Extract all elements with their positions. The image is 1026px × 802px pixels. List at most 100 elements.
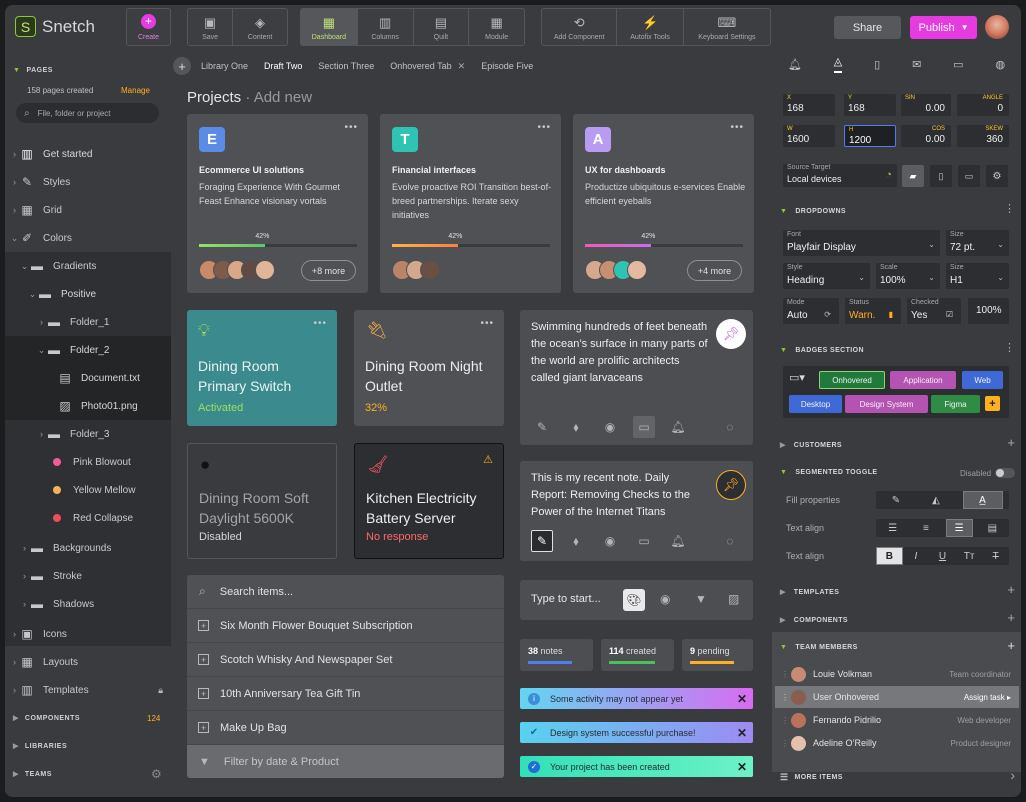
chevron-right-icon[interactable]: › bbox=[1010, 767, 1015, 783]
sidebar-item-red-collapse[interactable]: Red Collapse bbox=[5, 504, 171, 532]
share-button[interactable]: Share bbox=[834, 16, 901, 39]
badges-section-header[interactable]: ▼ BADGES SECTION bbox=[780, 347, 864, 354]
chip-design-system[interactable]: Design System bbox=[845, 395, 928, 413]
device-type-button[interactable]: ▰ bbox=[902, 165, 924, 187]
list-item[interactable]: + Scotch Whisky And Newspaper Set bbox=[187, 643, 504, 677]
sidebar-item-gradients[interactable]: ⌄ ▬ Gradients bbox=[5, 252, 171, 280]
folder-icon[interactable]: ▭ bbox=[953, 58, 963, 71]
sidebar-item-colors[interactable]: ⌄ ✐ Colors bbox=[5, 224, 171, 252]
align-left-icon[interactable]: ☰ bbox=[879, 519, 906, 537]
plus-icon[interactable]: + bbox=[1007, 435, 1015, 450]
list-item[interactable]: + Make Up Bag bbox=[187, 711, 504, 745]
sidebar-item-stroke[interactable]: › ▬ Stroke bbox=[5, 562, 171, 590]
sidebar-item-icons[interactable]: › ▣ Icons bbox=[5, 620, 171, 648]
hide-icon[interactable]: ◌ bbox=[719, 416, 741, 438]
sidebar-search-input[interactable]: ⌕ File, folder or project bbox=[16, 103, 159, 123]
chip-figma[interactable]: Figma bbox=[931, 395, 980, 413]
quilt-button[interactable]: ▤ Quilt bbox=[412, 9, 469, 45]
comment-icon[interactable]: ▭ bbox=[633, 530, 655, 552]
sidebar-item-get-started[interactable]: › ▥ Get started bbox=[5, 140, 171, 168]
note-card[interactable]: This is my recent note. Daily Report: Re… bbox=[520, 461, 753, 561]
heading-size-select[interactable]: Size H1 ⌄ bbox=[946, 263, 1009, 289]
percent-field[interactable]: 100% bbox=[968, 298, 1009, 324]
device-card[interactable]: 🧹︎ ⚠ Kitchen Electricity Battery Server … bbox=[354, 443, 504, 559]
sidebar-item-yellow-mellow[interactable]: Yellow Mellow bbox=[5, 476, 171, 504]
bold-icon[interactable]: B bbox=[876, 547, 903, 565]
libraries-header[interactable]: ▶ LIBRARIES bbox=[13, 742, 67, 750]
style-select[interactable]: Style Heading ⌄ bbox=[783, 263, 870, 289]
plus-icon[interactable]: + bbox=[1007, 582, 1015, 597]
app-logo[interactable]: S Snetch bbox=[15, 16, 95, 37]
sidebar-item-folder-2[interactable]: ⌄ ▬ Folder_2 bbox=[5, 336, 171, 364]
more-options-icon[interactable]: ••• bbox=[730, 122, 744, 133]
underline-icon[interactable]: U bbox=[929, 547, 956, 565]
list-item[interactable]: + Six Month Flower Bouquet Subscription bbox=[187, 609, 504, 643]
more-vertical-icon[interactable]: ⋮ bbox=[1004, 341, 1015, 354]
team-member-row[interactable]: ⋮ User Onhovered Assign task ▸ bbox=[775, 686, 1019, 708]
comment-icon[interactable]: ▭ bbox=[633, 416, 655, 438]
edit-icon[interactable]: ✎ bbox=[531, 416, 553, 438]
more-items-header[interactable]: ☰ MORE ITEMS bbox=[780, 772, 843, 783]
device-card[interactable]: 💡︎ ••• Dining Room Primary Switch Activa… bbox=[187, 310, 337, 426]
more-options-icon[interactable]: ••• bbox=[344, 122, 358, 133]
cos-field[interactable]: COS 0.00 bbox=[901, 125, 951, 147]
user-avatar[interactable] bbox=[985, 15, 1009, 39]
save-button[interactable]: ▣ Save bbox=[188, 9, 232, 45]
sidebar-item-folder-1[interactable]: › ▬ Folder_1 bbox=[5, 308, 171, 336]
publish-button[interactable]: Publish ▼ bbox=[910, 16, 977, 39]
pin-button[interactable]: 📌︎ bbox=[716, 319, 746, 349]
font-select[interactable]: Font Playfair Display ⌄ bbox=[783, 230, 940, 256]
sin-field[interactable]: SIN 0.00 bbox=[901, 94, 951, 116]
sidebar-item-styles[interactable]: › ✎ Styles bbox=[5, 168, 171, 196]
eye-icon[interactable]: ◉ bbox=[599, 416, 621, 438]
tab-draft-two[interactable]: Draft Two bbox=[264, 61, 302, 71]
note-card[interactable]: Swimming hundreds of feet beneath the oc… bbox=[520, 310, 753, 445]
image-icon[interactable]: ▨ bbox=[728, 592, 739, 606]
hide-icon[interactable]: ◌ bbox=[719, 530, 741, 552]
list-filter[interactable]: ▼ Filter by date & Product bbox=[187, 745, 504, 778]
align-center-icon[interactable]: ≡ bbox=[912, 519, 939, 537]
scale-select[interactable]: Scale 100% ⌄ bbox=[876, 263, 940, 289]
eye-icon[interactable]: ◉ bbox=[660, 592, 670, 606]
skew-field[interactable]: SKEW 360 bbox=[957, 125, 1009, 147]
assign-task-action[interactable]: Assign task ▸ bbox=[964, 693, 1011, 702]
sidebar-item-document[interactable]: ▤ Document.txt bbox=[5, 364, 171, 392]
components-panel-header[interactable]: ▶ COMPONENTS bbox=[780, 616, 848, 625]
customers-header[interactable]: ▶ CUSTOMERS bbox=[780, 441, 842, 450]
dropdowns-header[interactable]: ▼ DROPDOWNS bbox=[780, 208, 846, 215]
add-chip-button[interactable]: + bbox=[985, 396, 1000, 411]
close-icon[interactable]: ✕ bbox=[737, 760, 747, 774]
sidebar-item-grid[interactable]: › ▦ Grid bbox=[5, 196, 171, 224]
tab-library-one[interactable]: Library One bbox=[201, 61, 248, 71]
pen-icon[interactable]: ✎ bbox=[883, 491, 910, 509]
eye-icon[interactable]: ◉ bbox=[599, 530, 621, 552]
mode-select[interactable]: Mode Auto ⟳ bbox=[783, 298, 839, 324]
segmented-toggle-header[interactable]: ▼ SEGMENTED TOGGLE bbox=[780, 469, 877, 476]
list-item[interactable]: +10th Anniversary Tea Gift Tin bbox=[187, 677, 504, 711]
bell-icon[interactable]: 🔔︎ bbox=[788, 58, 802, 71]
text-color-icon[interactable]: A̲ bbox=[962, 491, 1003, 509]
more-members-button[interactable]: +4 more bbox=[687, 260, 742, 281]
create-button[interactable]: + Create bbox=[127, 9, 170, 45]
drag-handle-icon[interactable]: ⋮ bbox=[781, 693, 789, 702]
close-icon[interactable]: ✕ bbox=[737, 726, 747, 740]
manage-link[interactable]: Manage bbox=[121, 86, 150, 95]
chip-onhovered[interactable]: Onhovered bbox=[819, 371, 885, 389]
project-card[interactable]: T ••• Financial interfaces Evolve proact… bbox=[380, 114, 561, 293]
h-field[interactable]: H 1200 bbox=[844, 125, 896, 147]
content-button[interactable]: ◈ Content bbox=[232, 9, 287, 45]
dashboard-button[interactable]: ▦ Dashboard bbox=[301, 9, 357, 45]
more-options-icon[interactable]: ••• bbox=[313, 318, 327, 329]
fill-bucket-icon[interactable]: ◭ bbox=[923, 491, 950, 509]
add-new-link[interactable]: · Add new bbox=[245, 89, 312, 106]
sidebar-item-pink-blowout[interactable]: Pink Blowout bbox=[5, 448, 171, 476]
columns-button[interactable]: ▥ Columns bbox=[356, 9, 413, 45]
strikethrough-icon[interactable]: T bbox=[982, 547, 1009, 565]
shapes-icon[interactable]: ◬ bbox=[833, 55, 843, 73]
x-field[interactable]: X 168 bbox=[783, 94, 835, 116]
team-member-row[interactable]: ⋮ Adeline O’Reilly Product designer bbox=[775, 732, 1019, 754]
project-card[interactable]: E ••• Ecommerce UI solutions Foraging Ex… bbox=[187, 114, 368, 293]
mail-icon[interactable]: ✉ bbox=[912, 58, 921, 71]
text-size-icon[interactable]: Tт bbox=[956, 547, 983, 565]
disabled-toggle[interactable] bbox=[995, 468, 1015, 478]
